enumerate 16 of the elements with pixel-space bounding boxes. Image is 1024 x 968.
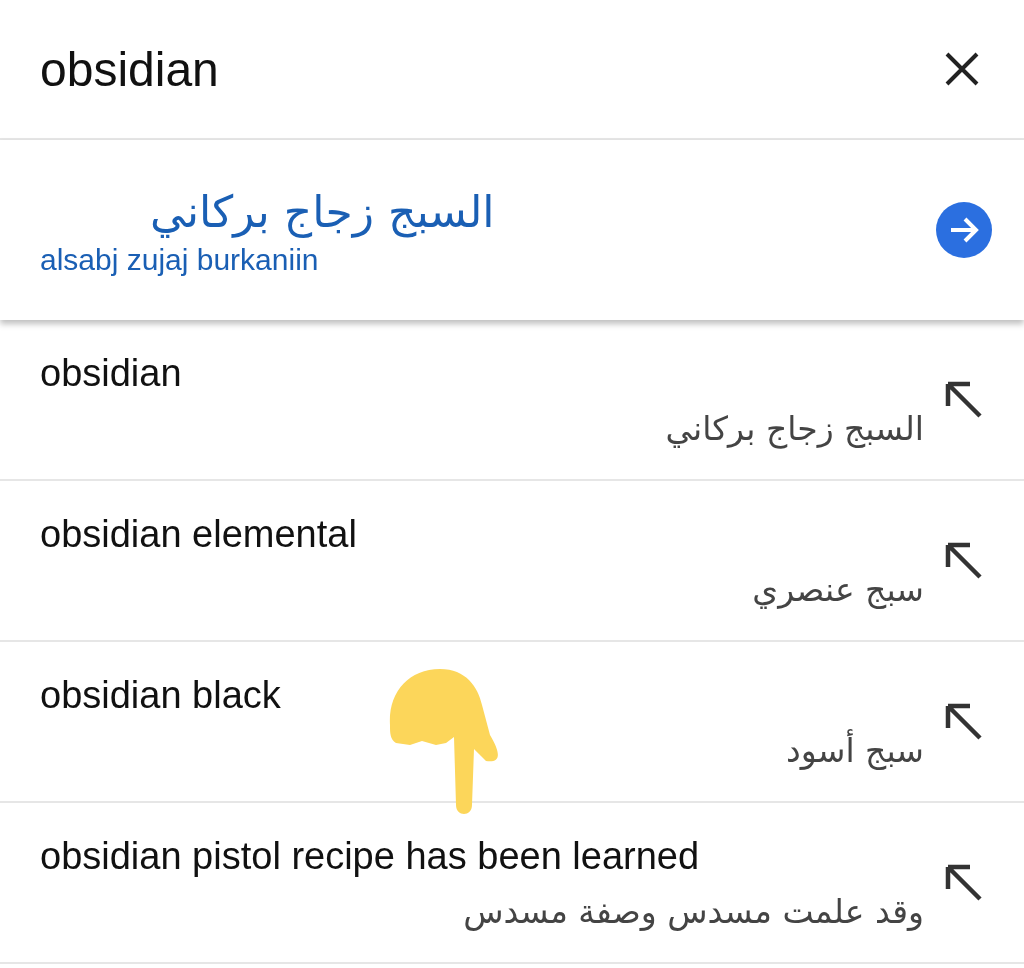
suggestion-text[interactable]: obsidian black [40, 673, 944, 717]
suggestion-text[interactable]: obsidian elemental [40, 512, 944, 556]
suggestion-text[interactable]: obsidian pistol recipe has been learned [40, 834, 944, 878]
suggestion-translation: سبج أسود [786, 730, 924, 770]
suggestion-translation: سبج عنصري [752, 569, 924, 609]
suggestion-translation: وقد علمت مسدس وصفة مسدس [463, 891, 924, 931]
arrow-up-left-icon[interactable] [944, 862, 984, 903]
translation-text: السبج زجاج بركاني [150, 185, 495, 240]
romanization-text: alsabj zujaj burkaniin [40, 242, 320, 277]
go-button[interactable] [936, 202, 992, 258]
suggestion-text[interactable]: obsidian [40, 351, 944, 395]
search-field[interactable]: obsidian [40, 34, 940, 104]
arrow-up-left-icon[interactable] [944, 540, 984, 581]
arrow-up-left-icon[interactable] [944, 701, 984, 742]
suggestion-translation: السبج زجاج بركاني [665, 408, 924, 448]
arrow-up-left-icon[interactable] [944, 379, 984, 420]
